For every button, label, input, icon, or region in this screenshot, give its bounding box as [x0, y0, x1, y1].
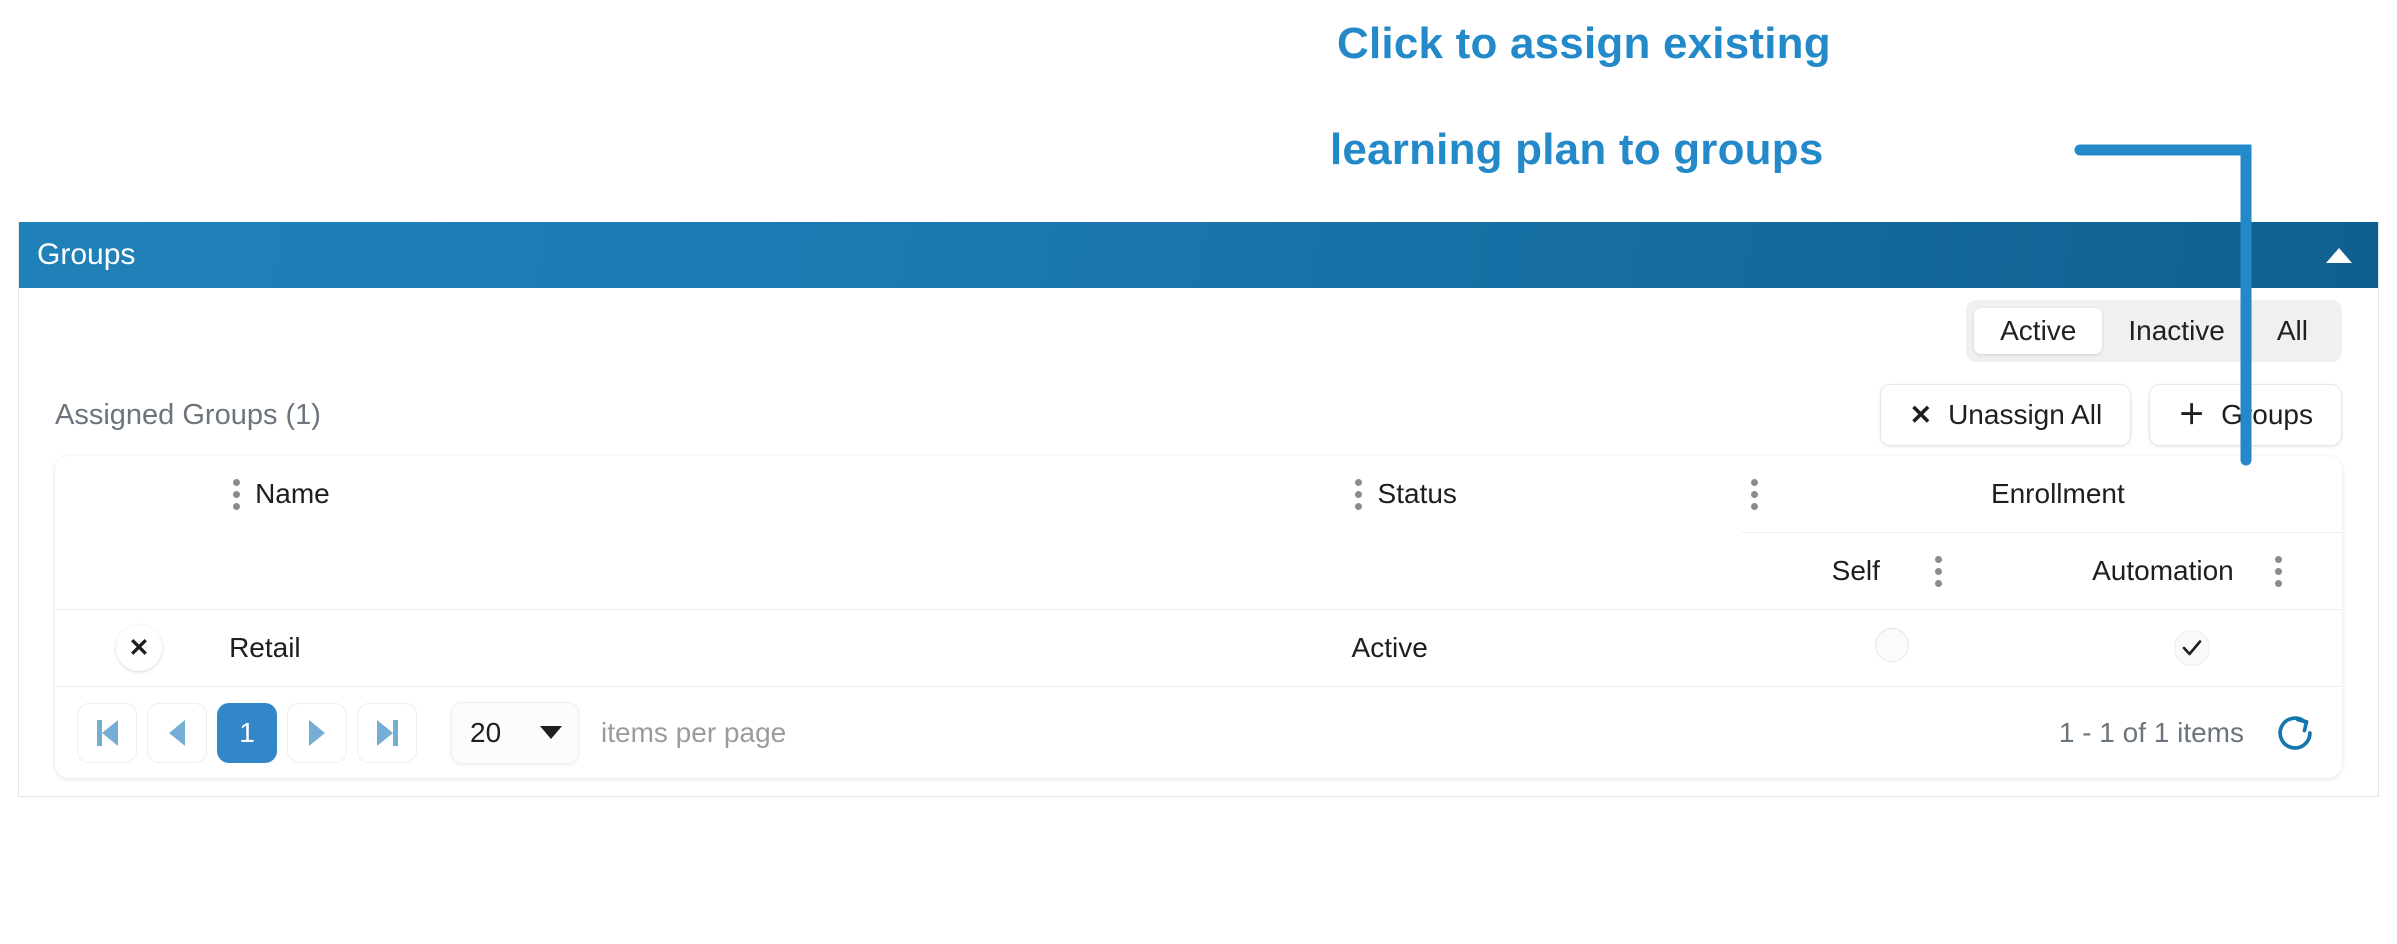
items-range-label: 1 - 1 of 1 items [2058, 716, 2244, 748]
groups-grid-card: Name Status Enrollment Self Automation ✕… [55, 456, 2342, 778]
row-status-cell: Active [1345, 609, 1742, 686]
close-icon: ✕ [1909, 399, 1933, 430]
next-page-icon [309, 719, 325, 746]
status-badge: Active [1351, 632, 1428, 663]
table-body: ✕ Retail Active [55, 609, 2342, 686]
last-page-button[interactable] [357, 702, 417, 763]
add-groups-button[interactable]: ＋ Groups [2149, 384, 2342, 446]
header-cell-status: Status [1346, 456, 1742, 533]
panel-header[interactable]: Groups [19, 222, 2378, 288]
page-size-value: 20 [470, 716, 502, 748]
subheader-cell-self: Self [1741, 532, 2042, 610]
unassign-row-button[interactable]: ✕ [116, 625, 163, 671]
header-cell-name: Name [223, 456, 1345, 533]
groups-table: Name Status Enrollment Self Automation ✕… [55, 456, 2342, 686]
unassign-all-label: Unassign All [1948, 399, 2103, 430]
column-menu-icon-name[interactable] [223, 478, 249, 510]
subheader-cell-automation: Automation [2041, 532, 2342, 610]
last-page-icon [376, 719, 398, 746]
row-self-cell [1741, 609, 2042, 686]
header-label-status: Status [1377, 478, 1457, 510]
filter-inactive[interactable]: Inactive [2102, 308, 2251, 354]
page-title: Groups [37, 238, 136, 271]
panel-body: Active Inactive All Assigned Groups (1) … [19, 288, 2378, 796]
add-groups-label: Groups [2221, 399, 2313, 430]
groups-panel: Groups Active Inactive All Assigned Grou… [18, 222, 2379, 797]
first-page-button[interactable] [77, 702, 137, 763]
header-label-self: Self [1831, 555, 1880, 586]
header-label-name: Name [255, 478, 330, 510]
caret-up-icon[interactable] [2326, 247, 2352, 263]
row-automation-cell [2041, 609, 2342, 686]
subheader-cell-spacer-3 [1346, 533, 1742, 610]
header-cell-spacer [55, 456, 223, 533]
header-label-automation: Automation [2092, 555, 2234, 586]
page-number-1[interactable]: 1 [217, 702, 277, 763]
previous-page-icon [169, 719, 185, 746]
plus-icon: ＋ [2178, 399, 2206, 430]
first-page-icon [96, 719, 118, 746]
filter-all[interactable]: All [2251, 308, 2334, 354]
subheader-cell-spacer-2 [223, 533, 1345, 610]
filter-active[interactable]: Active [1974, 308, 2103, 354]
column-menu-icon-status[interactable] [1346, 478, 1372, 510]
subheader-cell-spacer-1 [55, 533, 223, 610]
filter-row: Active Inactive All [37, 288, 2360, 374]
action-button-group: ✕ Unassign All ＋ Groups [1880, 384, 2342, 446]
row-unassign-cell: ✕ [55, 609, 224, 686]
header-cell-enrollment: Enrollment [1742, 456, 2342, 533]
self-enrollment-indicator-off-icon [1874, 627, 1909, 662]
annotation-text-line-1: Click to assign existing [1337, 19, 1831, 68]
automation-enrollment-check-icon [2173, 629, 2210, 666]
chevron-down-icon [540, 726, 562, 739]
actions-row: Assigned Groups (1) ✕ Unassign All ＋ Gro… [37, 374, 2360, 456]
column-menu-icon-self[interactable] [1926, 555, 1952, 587]
column-menu-icon-automation[interactable] [2266, 555, 2292, 587]
pagination-bar: 1 20 items per page 1 - 1 of 1 items [55, 686, 2342, 778]
table-header-row-secondary: Self Automation [55, 532, 2342, 610]
items-per-page-label: items per page [601, 716, 787, 748]
table-head: Name Status Enrollment Self Automation [55, 456, 2342, 610]
column-menu-icon-enrollment[interactable] [1742, 478, 1768, 510]
table-header-row-primary: Name Status Enrollment [55, 456, 2342, 533]
annotation-text-line-2: learning plan to groups [1330, 125, 1824, 174]
page-size-select[interactable]: 20 [451, 701, 579, 764]
next-page-button[interactable] [287, 702, 347, 763]
assigned-groups-label: Assigned Groups (1) [55, 398, 321, 431]
row-name-cell: Retail [223, 609, 1346, 686]
refresh-icon[interactable] [2274, 712, 2316, 754]
previous-page-button[interactable] [147, 702, 207, 763]
header-label-enrollment: Enrollment [1990, 478, 2125, 509]
unassign-all-button[interactable]: ✕ Unassign All [1880, 384, 2132, 446]
row-name-label: Retail [229, 632, 301, 663]
table-row[interactable]: ✕ Retail Active [55, 609, 2342, 686]
status-filter-group: Active Inactive All [1966, 300, 2342, 362]
